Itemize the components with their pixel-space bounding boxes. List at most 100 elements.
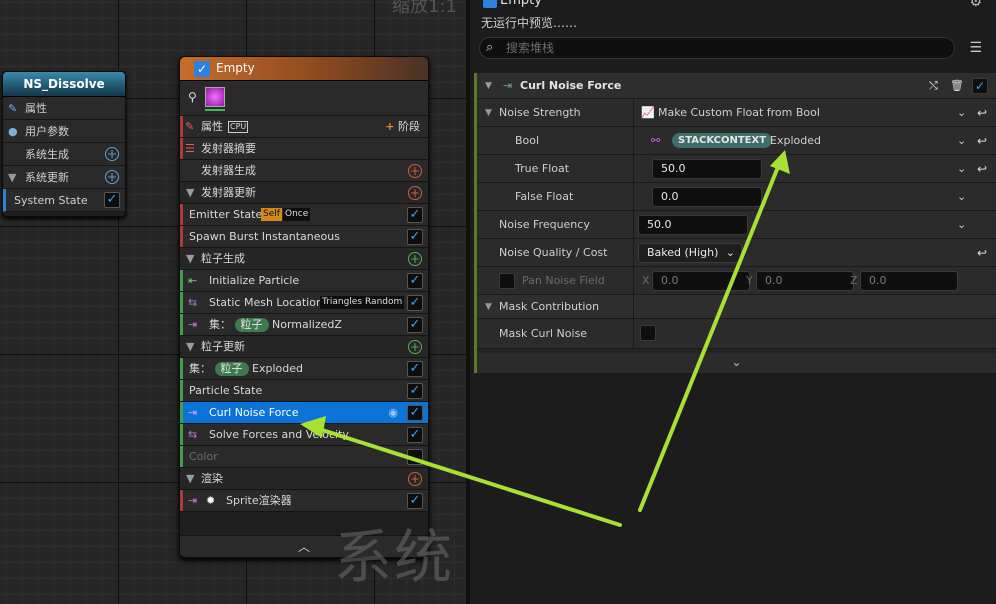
stack-search[interactable]: ⌕ <box>479 37 955 59</box>
pin-icon[interactable]: ⚲ <box>188 90 197 104</box>
enable-checkbox[interactable]: ✓ <box>407 207 423 223</box>
solve-forces-row[interactable]: ⇆ Solve Forces and Velocity ✓ <box>180 424 428 446</box>
collapse-arrow-icon[interactable]: ▼ <box>186 182 194 204</box>
chevron-down-icon[interactable]: ⌄ <box>957 127 966 155</box>
add-module-icon[interactable]: + <box>408 472 422 486</box>
system-node[interactable]: NS_Dissolve ✎ 属性 ● 用户参数 系统生成 + ▼ 系统更新 + … <box>2 71 126 217</box>
enable-checkbox[interactable]: ✓ <box>407 427 423 443</box>
system-spawn-row[interactable]: 系统生成 + <box>3 143 125 166</box>
enable-checkbox[interactable]: ✓ <box>407 405 423 421</box>
particle-state-row[interactable]: Particle State ✓ <box>180 380 428 402</box>
chevron-down-icon[interactable]: ⌄ <box>957 211 966 239</box>
gear-icon[interactable]: ⚙ <box>969 0 982 10</box>
enable-checkbox[interactable]: ✓ <box>407 229 423 245</box>
emitter-update-section[interactable]: ▼ 发射器更新 + <box>180 182 428 204</box>
noise-quality-row[interactable]: Noise Quality / Cost Baked (High) ⌄ ↩ <box>477 239 996 267</box>
add-stage-label: 阶段 <box>398 120 420 133</box>
collapse-arrow-icon[interactable]: ▼ <box>485 99 492 127</box>
reset-icon[interactable]: ↩ <box>977 155 987 183</box>
add-module-icon[interactable]: + <box>105 147 119 161</box>
collapse-arrow-icon[interactable]: ▼ <box>8 166 16 189</box>
curl-noise-force-row[interactable]: ⇥ Curl Noise Force ◉ ✓ <box>180 402 428 424</box>
pan-noise-checkbox[interactable] <box>499 273 515 289</box>
expand-more-button[interactable]: ⌄ <box>477 353 996 373</box>
mask-curl-noise-row[interactable]: Mask Curl Noise <box>477 319 996 349</box>
false-float-field[interactable]: 0.0 <box>652 187 762 207</box>
reset-icon[interactable]: ↩ <box>977 239 987 267</box>
chevron-down-icon[interactable]: ⌄ <box>957 155 966 183</box>
mask-contribution-section[interactable]: ▼ Mask Contribution <box>477 295 996 319</box>
emitter-properties-row[interactable]: ✎ 属性 CPU + 阶段 <box>180 116 428 138</box>
system-state-row[interactable]: System State ✓ <box>3 189 125 212</box>
noise-strength-row[interactable]: ▼ Noise Strength 📈 Make Custom Float fro… <box>477 99 996 127</box>
static-mesh-location-row[interactable]: ⇆ Static Mesh Location Triangles Random … <box>180 292 428 314</box>
false-float-row[interactable]: False Float 0.0 ⌄ <box>477 183 996 211</box>
pan-y-field[interactable]: 0.0 <box>756 271 854 291</box>
collapse-arrow-icon[interactable]: ▼ <box>485 73 492 99</box>
sprite-renderer-row[interactable]: ⇥ ✹ Sprite渲染器 ✓ <box>180 490 428 512</box>
enable-checkbox[interactable]: ✓ <box>407 493 423 509</box>
color-label: Color <box>189 450 218 463</box>
emitter-spawn-row[interactable]: 发射器生成 + <box>180 160 428 182</box>
filter-icon[interactable]: ☰ <box>969 40 982 56</box>
true-float-field[interactable]: 50.0 <box>652 159 762 179</box>
add-module-icon[interactable]: + <box>105 170 119 184</box>
search-input[interactable] <box>506 40 936 56</box>
trash-icon[interactable]: 🗑 <box>950 73 964 99</box>
particle-spawn-section[interactable]: ▼ 粒子生成 + <box>180 248 428 270</box>
chevron-down-icon[interactable]: ⌄ <box>957 183 966 211</box>
emitter-enable-checkbox[interactable]: ✓ <box>194 61 210 77</box>
mask-curl-noise-checkbox[interactable] <box>640 325 656 341</box>
emitter-state-row[interactable]: Emitter State Self Once ✓ <box>180 204 428 226</box>
add-module-icon[interactable]: + <box>408 186 422 200</box>
add-module-icon[interactable]: + <box>408 164 422 178</box>
module-enable-checkbox[interactable]: ✓ <box>972 78 988 94</box>
add-stage-button[interactable]: + 阶段 <box>385 116 420 138</box>
noise-frequency-row[interactable]: Noise Frequency 50.0 ⌄ <box>477 211 996 239</box>
pan-z-field[interactable]: 0.0 <box>860 271 958 291</box>
collapse-arrow-icon[interactable]: ▼ <box>186 468 194 490</box>
chevron-down-icon[interactable]: ⌄ <box>957 99 966 127</box>
add-module-icon[interactable]: + <box>408 252 422 266</box>
noise-strength-value[interactable]: Make Custom Float from Bool <box>658 99 820 127</box>
particle-update-section[interactable]: ▼ 粒子更新 + <box>180 336 428 358</box>
reset-icon[interactable]: ↩ <box>977 127 987 155</box>
collapse-arrow-icon[interactable]: ▼ <box>186 336 194 358</box>
bool-value-exploded[interactable]: Exploded <box>770 127 821 155</box>
shuffle-icon[interactable]: ⤭ <box>929 73 938 99</box>
reset-icon[interactable]: ↩ <box>977 99 987 127</box>
system-update-row[interactable]: ▼ 系统更新 + <box>3 166 125 189</box>
module-header[interactable]: ▼ ⇥ Curl Noise Force ⤭ 🗑 ✓ <box>477 73 996 99</box>
emitter-summary-row[interactable]: ☰ 发射器摘要 <box>180 138 428 160</box>
system-node-title[interactable]: NS_Dissolve <box>3 72 125 97</box>
emitter-enable-checkbox[interactable] <box>483 0 497 8</box>
emitter-node-header[interactable]: ✓ Empty <box>180 57 428 81</box>
enable-checkbox[interactable]: ✓ <box>407 273 423 289</box>
noise-quality-dropdown[interactable]: Baked (High) ⌄ <box>638 243 742 263</box>
true-float-row[interactable]: True Float 50.0 ⌄ ↩ <box>477 155 996 183</box>
noise-frequency-field[interactable]: 50.0 <box>638 215 748 235</box>
system-properties-row[interactable]: ✎ 属性 <box>3 97 125 120</box>
enable-checkbox[interactable]: ✓ <box>104 192 120 208</box>
enable-checkbox[interactable]: ✓ <box>407 317 423 333</box>
set-exploded-row[interactable]: 集： 粒子 Exploded ✓ <box>180 358 428 380</box>
user-params-row[interactable]: ● 用户参数 <box>3 120 125 143</box>
spawn-burst-row[interactable]: Spawn Burst Instantaneous ✓ <box>180 226 428 248</box>
collapse-arrow-icon[interactable]: ▼ <box>186 248 194 270</box>
collapse-arrow-icon[interactable]: ▼ <box>485 295 492 319</box>
enable-checkbox[interactable]: ✓ <box>407 361 423 377</box>
pan-noise-field-row[interactable]: Pan Noise Field X 0.0 Y 0.0 Z 0.0 <box>477 267 996 295</box>
color-row[interactable]: Color <box>180 446 428 468</box>
set-normalizedz-row[interactable]: ⇥ 集： 粒子 NormalizedZ ✓ <box>180 314 428 336</box>
graph-canvas[interactable]: 缩放1:1 NS_Dissolve ✎ 属性 ● 用户参数 系统生成 + ▼ 系… <box>0 0 470 604</box>
enable-checkbox[interactable] <box>407 449 423 465</box>
bool-row[interactable]: Bool ⚯ STACKCONTEXT Exploded ⌄ ↩ <box>477 127 996 155</box>
pan-x-field[interactable]: 0.0 <box>652 271 750 291</box>
initialize-particle-row[interactable]: ⇤ Initialize Particle ✓ <box>180 270 428 292</box>
enable-checkbox[interactable]: ✓ <box>407 383 423 399</box>
emitter-node[interactable]: ✓ Empty ⚲ ✎ 属性 CPU + 阶段 ☰ 发射器摘要 发射器生成 + … <box>179 56 429 558</box>
eye-icon[interactable]: ◉ <box>388 402 398 424</box>
enable-checkbox[interactable]: ✓ <box>407 295 423 311</box>
render-section[interactable]: ▼ 渲染 + <box>180 468 428 490</box>
add-module-icon[interactable]: + <box>408 340 422 354</box>
